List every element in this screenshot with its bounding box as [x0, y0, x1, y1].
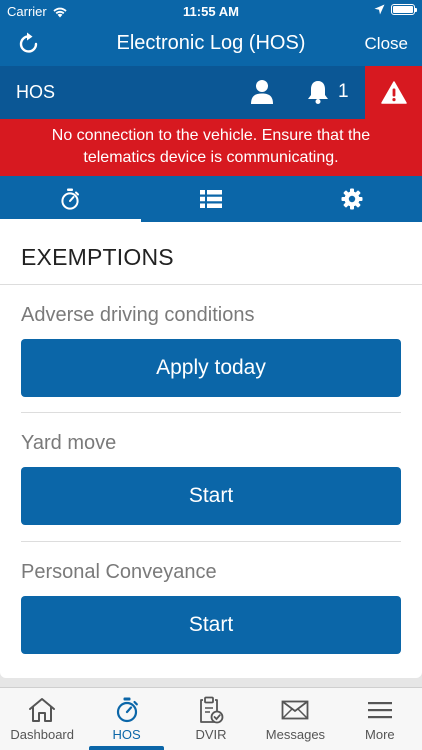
exemptions-heading: EXEMPTIONS — [21, 244, 174, 270]
warning-icon — [380, 81, 407, 104]
hos-label: HOS — [16, 82, 56, 102]
hamburger-icon — [367, 702, 392, 719]
alert-button[interactable] — [365, 66, 422, 119]
hos-bar: HOS 1 — [0, 66, 422, 119]
stopwatch-icon — [61, 188, 80, 210]
tab-logs[interactable] — [141, 176, 282, 222]
tabbar-item-dvir[interactable]: DVIR — [169, 688, 253, 750]
personal-conveyance-start-button[interactable]: Start — [21, 596, 401, 654]
tabbar-item-hos[interactable]: HOS — [84, 688, 168, 750]
battery-icon — [391, 4, 417, 15]
nav-bar: Electronic Log (HOS) Close — [0, 22, 422, 66]
connection-warning-banner: No connection to the vehicle. Ensure tha… — [0, 119, 422, 176]
tabbar-label: More — [365, 727, 395, 742]
banner-line-1: No connection to the vehicle. Ensure tha… — [51, 127, 371, 144]
tabbar-label: HOS — [112, 727, 141, 742]
status-right — [374, 4, 417, 15]
divider — [0, 284, 422, 285]
tabbar-item-dashboard[interactable]: Dashboard — [0, 688, 84, 750]
yard-move-start-button[interactable]: Start — [21, 467, 401, 525]
divider — [21, 541, 401, 542]
divider — [21, 412, 401, 413]
user-icon[interactable] — [250, 79, 274, 105]
notification-count: 1 — [338, 81, 349, 102]
tab-settings[interactable] — [281, 176, 422, 222]
envelope-icon — [282, 700, 309, 720]
bottom-tab-bar: Dashboard HOS DVIR Messages More — [0, 687, 422, 750]
clipboard-check-icon — [200, 696, 224, 724]
exemptions-card: EXEMPTIONS Adverse driving conditions Ap… — [0, 222, 422, 678]
house-icon — [29, 698, 56, 722]
personal-conveyance-title: Personal Conveyance — [21, 561, 217, 583]
page-title: Electronic Log (HOS) — [116, 32, 306, 54]
banner-line-2: telematics device is communicating. — [83, 149, 339, 166]
status-bar: Carrier 11:55 AM — [0, 0, 422, 22]
stopwatch-icon — [116, 697, 138, 723]
status-time: 11:55 AM — [183, 4, 239, 19]
list-icon — [200, 190, 222, 208]
tabbar-label: DVIR — [195, 727, 227, 742]
yard-move-title: Yard move — [21, 432, 117, 454]
tabbar-label: Dashboard — [10, 727, 74, 742]
tabbar-label: Messages — [265, 727, 326, 742]
tabbar-item-messages[interactable]: Messages — [253, 688, 337, 750]
hos-tabs — [0, 176, 422, 222]
notifications-button[interactable]: 1 — [306, 79, 349, 105]
apply-today-button[interactable]: Apply today — [21, 339, 401, 397]
gear-icon — [341, 188, 363, 210]
adverse-conditions-title: Adverse driving conditions — [21, 304, 255, 326]
tabbar-item-more[interactable]: More — [338, 688, 422, 750]
close-button[interactable]: Close — [365, 34, 408, 54]
location-arrow-icon — [374, 4, 385, 15]
bell-icon — [308, 81, 328, 104]
tab-clock[interactable] — [0, 176, 141, 222]
